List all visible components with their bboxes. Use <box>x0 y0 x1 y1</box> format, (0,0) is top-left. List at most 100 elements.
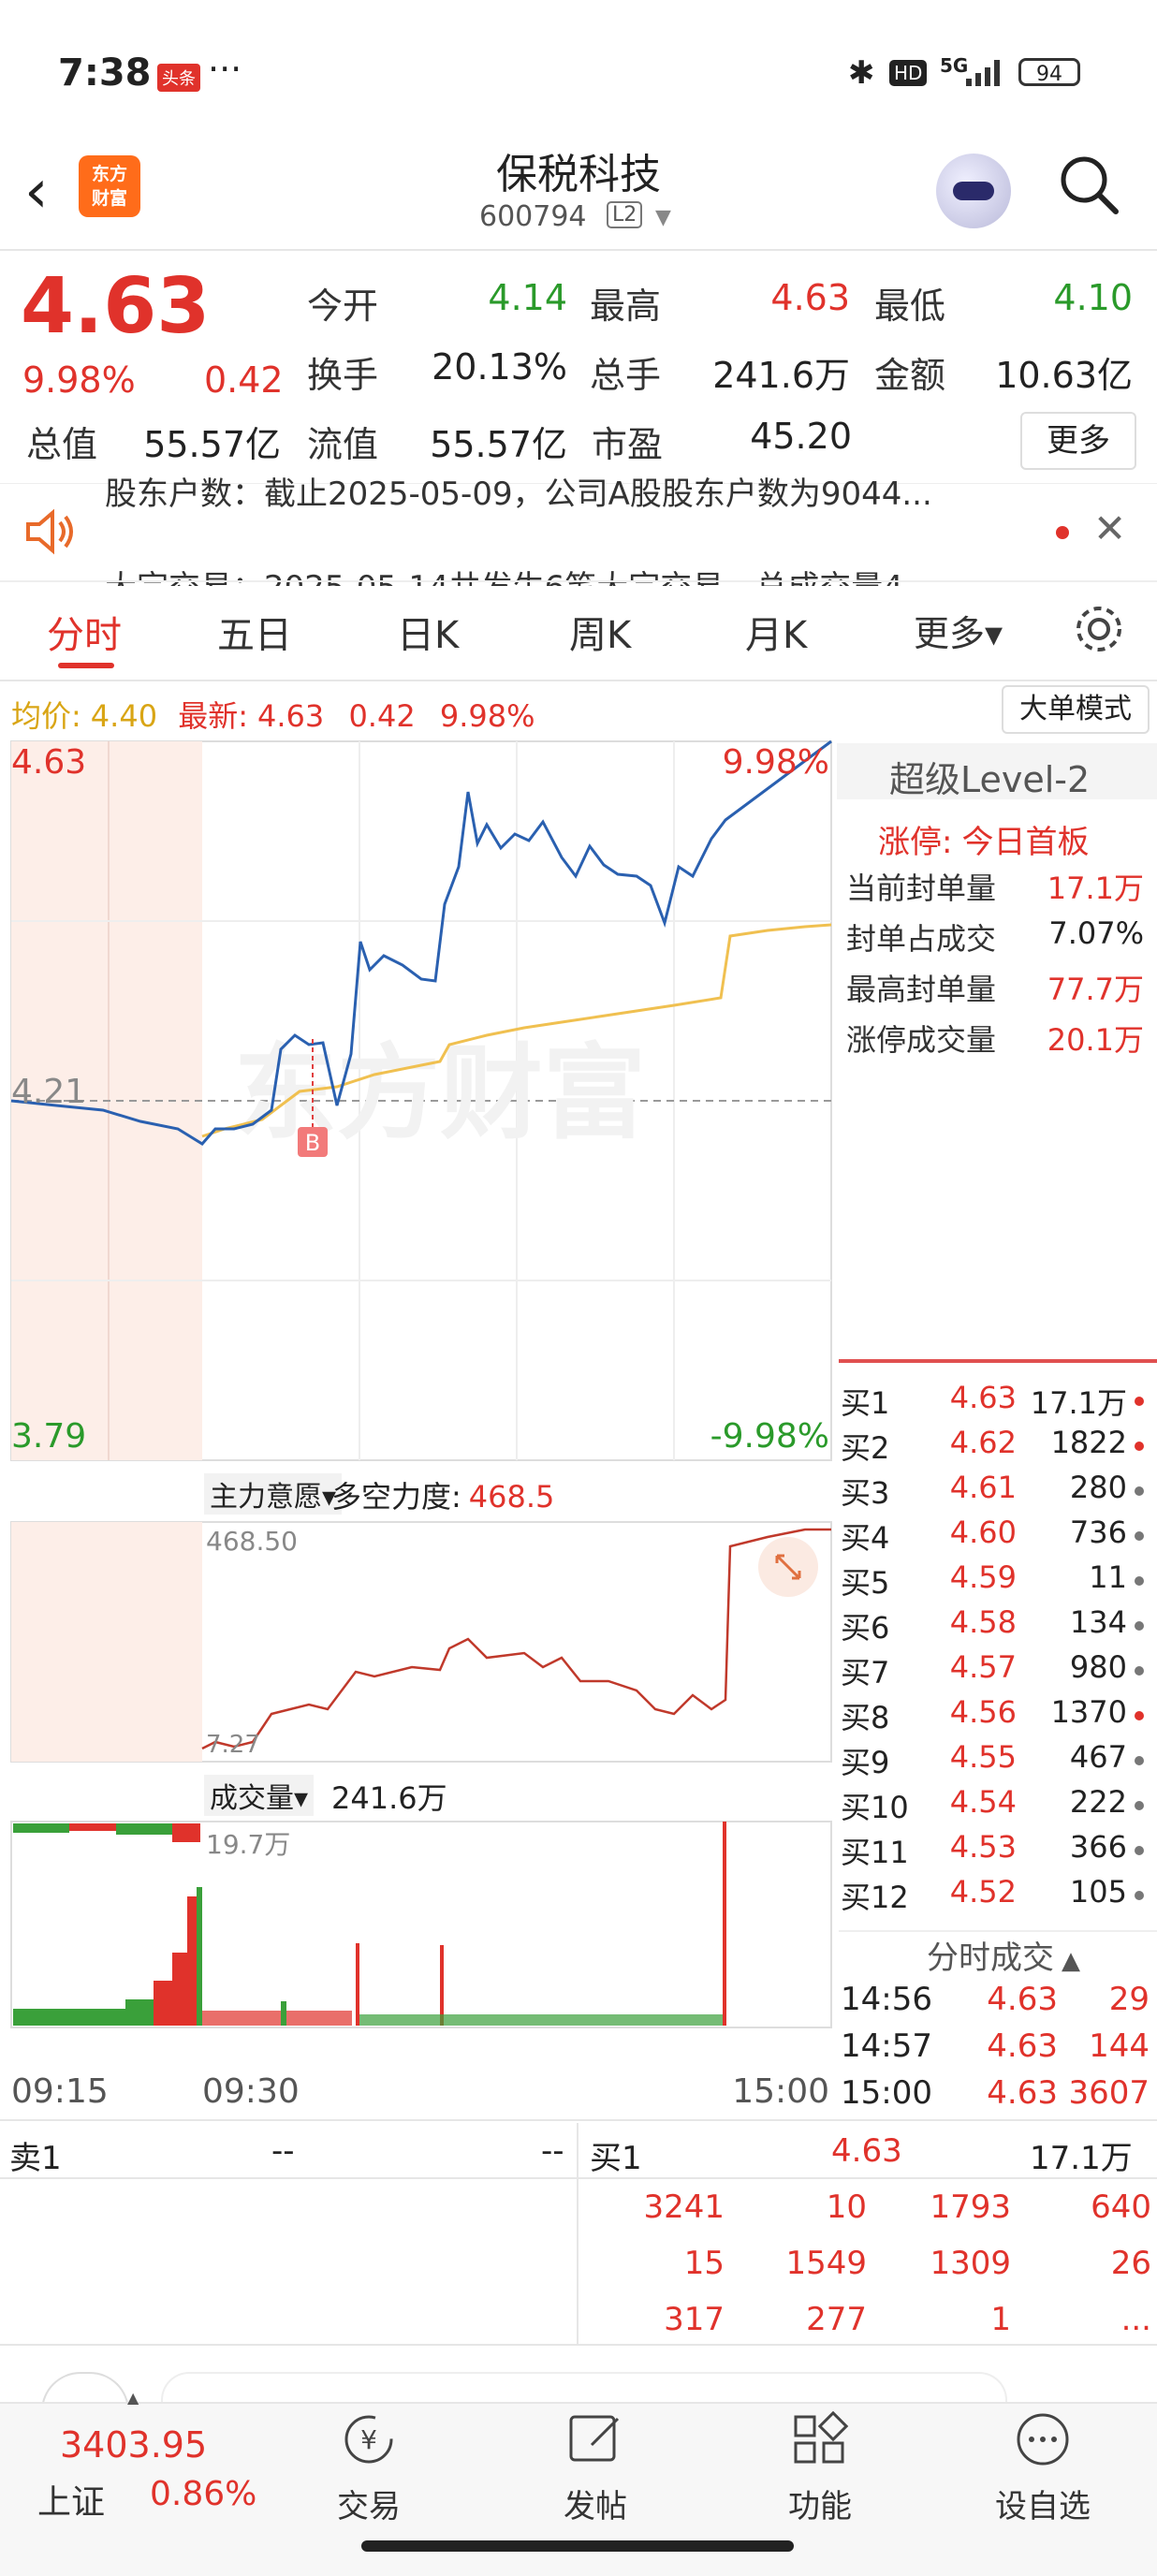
order-level-price: 4.60 <box>949 1515 1017 1550</box>
time-start: 09:15 <box>11 2072 109 2111</box>
panel3-metric: 241.6万 <box>331 1780 447 1816</box>
trade-tab[interactable]: ¥ <box>331 2411 406 2471</box>
index-name[interactable]: 上证 <box>37 2475 105 2524</box>
function-tab[interactable] <box>783 2410 857 2471</box>
order-flag-dot <box>1135 1621 1144 1631</box>
order-flag-dot <box>1135 1711 1144 1720</box>
speaker-icon[interactable] <box>22 505 79 558</box>
order-flag-dot <box>1135 1531 1144 1541</box>
order-flag-dot <box>1135 1846 1144 1855</box>
quote-value: 4.63 <box>770 277 850 318</box>
more-button[interactable]: 更多 <box>1020 412 1136 470</box>
sell1-vol: -- <box>541 2132 564 2170</box>
price-top-label: 4.63 <box>11 743 86 782</box>
divider <box>0 2177 1157 2179</box>
divider <box>0 249 1157 251</box>
function-tab-label[interactable]: 功能 <box>764 2481 876 2526</box>
queue-order-cell: 3241 <box>643 2188 725 2226</box>
add-watchlist-tab[interactable] <box>1005 2411 1080 2471</box>
queue-order-cell: 277 <box>806 2301 867 2338</box>
order-level-volume: 1370 <box>1050 1694 1127 1730</box>
queue-order-cell: 1793 <box>930 2188 1011 2226</box>
grid-icon <box>794 2410 849 2464</box>
tab-4[interactable]: 月K <box>745 605 807 659</box>
news-line-2[interactable]: 大宗交易：2025-05-14共发生6笔大宗交易，总成交量4... <box>105 562 1041 586</box>
pct-top-label: 9.98% <box>723 743 829 782</box>
level2-badge[interactable]: L2 <box>607 201 643 228</box>
battery-icon: 94 <box>1018 58 1080 86</box>
home-indicator <box>361 2540 794 2552</box>
level2-title[interactable]: 超级Level-2 <box>889 751 1090 802</box>
assistant-robot-icon[interactable] <box>936 154 1011 228</box>
tab-0[interactable]: 分时 <box>47 605 122 659</box>
panel2-selector[interactable]: 主力意愿▾ <box>204 1473 343 1515</box>
tab-3[interactable]: 周K <box>569 605 631 659</box>
order-level-volume: 1822 <box>1050 1425 1127 1460</box>
quote-value: 4.10 <box>1053 277 1133 318</box>
yen-icon: ¥ <box>344 2415 393 2464</box>
quote-value: 241.6万 <box>712 355 850 396</box>
order-level-price: 4.63 <box>949 1380 1017 1415</box>
settings-gear-icon[interactable] <box>1073 603 1125 655</box>
quote-value: 10.63亿 <box>995 355 1133 396</box>
trade-volume: 29 <box>1108 1981 1150 2018</box>
hd-icon: HD <box>889 60 928 86</box>
order-flag-dot <box>1135 1576 1144 1586</box>
index-pct[interactable]: 0.86% <box>150 2475 256 2513</box>
order-level-label: 买10 <box>841 1790 909 1825</box>
post-tab-label[interactable]: 发帖 <box>539 2481 652 2526</box>
queue-order-cell: 1309 <box>930 2245 1011 2282</box>
quote-value: 45.20 <box>750 416 852 457</box>
news-line-1[interactable]: 股东户数：截止2025-05-09，公司A股股东户数为9044... <box>105 468 1041 514</box>
quote-value: 20.13% <box>432 346 567 388</box>
trade-time: 14:57 <box>841 2027 932 2065</box>
quote-value: 4.14 <box>488 277 567 318</box>
limit-stat-value: 20.1万 <box>1047 1022 1144 1058</box>
panel2-metric: 多空力度: 468.5 <box>331 1479 555 1515</box>
status-more-icon: ··· <box>208 49 242 90</box>
post-tab[interactable] <box>558 2411 633 2471</box>
quote-value: 55.57亿 <box>143 424 281 465</box>
order-level-volume: 280 <box>1069 1470 1127 1505</box>
big-order-mode-button[interactable]: 大单模式 <box>1002 685 1150 734</box>
order-level-price: 4.55 <box>949 1739 1017 1775</box>
queue-order-cell: 1 <box>990 2301 1011 2338</box>
limit-stat-value: 7.07% <box>1048 915 1144 951</box>
queue-order-cell: 640 <box>1091 2188 1151 2226</box>
panel3-selector[interactable]: 成交量▾ <box>204 1775 315 1816</box>
order-level-label: 买5 <box>841 1565 890 1601</box>
chevron-down-icon[interactable]: ▼ <box>655 206 671 229</box>
panel2-top-label: 468.50 <box>206 1526 298 1557</box>
order-level-label: 买1 <box>841 1385 890 1421</box>
order-level-price: 4.57 <box>949 1649 1017 1685</box>
quote-value: 55.57亿 <box>430 424 567 465</box>
panel2-bottom-label: 7.27 <box>206 1731 260 1759</box>
trade-list-title[interactable]: 分时成交 ▲ <box>927 1932 1080 1978</box>
order-level-volume: 105 <box>1069 1874 1127 1910</box>
index-value[interactable]: 3403.95 <box>60 2424 207 2466</box>
search-icon[interactable] <box>1056 152 1121 217</box>
buy1-label: 买1 <box>590 2140 642 2177</box>
order-level-price: 4.54 <box>949 1784 1017 1820</box>
trade-tab-label[interactable]: 交易 <box>313 2481 425 2526</box>
change-amount: 0.42 <box>204 359 284 401</box>
order-flag-dot <box>1135 1442 1144 1451</box>
current-price: 4.63 <box>21 262 211 351</box>
tab-1[interactable]: 五日 <box>217 605 292 659</box>
signal-icon <box>966 60 1000 86</box>
trade-volume: 144 <box>1089 2027 1150 2065</box>
divider <box>0 2344 1157 2346</box>
change-percent: 9.98% <box>22 359 136 401</box>
order-level-label: 买3 <box>841 1475 890 1511</box>
tab-5[interactable]: 更多▾ <box>914 605 1003 656</box>
order-level-volume: 222 <box>1069 1784 1127 1820</box>
bluetooth-icon: ✱ <box>848 54 875 92</box>
watchlist-tab-label[interactable]: 设自选 <box>977 2481 1108 2526</box>
tab-2[interactable]: 日K <box>397 605 459 659</box>
close-icon[interactable]: ✕ <box>1093 505 1126 551</box>
pen-icon <box>569 2415 620 2462</box>
price-mid-label: 4.21 <box>11 1073 86 1111</box>
caret-up-small-icon: ▲ <box>127 2389 139 2407</box>
divider <box>0 680 1157 681</box>
unread-dot <box>1056 526 1069 539</box>
